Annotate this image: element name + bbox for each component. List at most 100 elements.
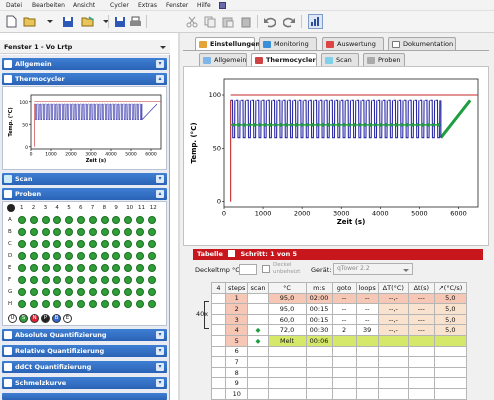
plate-well[interactable]: [53, 276, 62, 284]
table-cell[interactable]: [305, 356, 333, 368]
plate-well[interactable]: [100, 264, 109, 272]
plate-well[interactable]: [100, 216, 109, 224]
table-cell[interactable]: [211, 324, 226, 336]
plate-well[interactable]: [41, 252, 50, 260]
lid-unheated-checkbox[interactable]: [262, 265, 270, 273]
table-cell[interactable]: [211, 292, 226, 305]
table-cell[interactable]: [267, 356, 307, 368]
table-cell[interactable]: Melt: [267, 334, 307, 347]
redo-icon[interactable]: [282, 14, 297, 29]
plate-well[interactable]: [112, 264, 121, 272]
table-row[interactable]: 10: [211, 387, 467, 400]
table-cell[interactable]: [211, 377, 226, 389]
subtab-proben[interactable]: Proben: [363, 53, 405, 66]
table-cell[interactable]: [377, 334, 409, 347]
chevron-down-icon[interactable]: ▾: [156, 347, 164, 355]
plate-well[interactable]: [29, 264, 38, 272]
plate-well[interactable]: [100, 300, 109, 308]
table-cell[interactable]: [267, 345, 307, 358]
chevron-down-icon[interactable]: ▾: [156, 379, 164, 387]
table-cell[interactable]: 7: [224, 356, 249, 368]
pane-splitter[interactable]: [178, 33, 180, 400]
table-cell[interactable]: [305, 345, 333, 358]
plate-well[interactable]: [136, 228, 144, 236]
plate-well[interactable]: [18, 252, 26, 260]
table-row[interactable]: 6: [211, 345, 467, 358]
table-cell[interactable]: --: [355, 313, 379, 326]
table-row[interactable]: 5 ◆ Melt 00:06: [211, 334, 467, 347]
plate-well[interactable]: [112, 252, 121, 260]
plate-well[interactable]: [88, 288, 97, 296]
table-cell[interactable]: ◆: [247, 324, 269, 336]
table-cell[interactable]: --,-: [377, 303, 409, 315]
table-cell[interactable]: [377, 345, 409, 358]
chart-icon[interactable]: [308, 14, 323, 29]
plate-well[interactable]: [18, 240, 26, 248]
plate-well[interactable]: [147, 252, 156, 260]
plate-select-all-icon[interactable]: [7, 204, 15, 212]
plate-well[interactable]: [41, 216, 50, 224]
table-cell[interactable]: ◆: [247, 334, 269, 347]
table-cell[interactable]: [211, 313, 226, 326]
menu-fenster[interactable]: Fenster: [166, 2, 188, 9]
plate-well[interactable]: [136, 288, 144, 296]
table-cell[interactable]: [247, 366, 269, 379]
plate-well[interactable]: [65, 276, 74, 284]
table-cell[interactable]: [247, 345, 269, 358]
plate-well[interactable]: [18, 288, 26, 296]
cut-icon[interactable]: [184, 14, 199, 29]
table-row[interactable]: 9: [211, 377, 467, 389]
legend-chip[interactable]: N: [30, 314, 39, 323]
plate-well[interactable]: [88, 216, 97, 224]
plate-well[interactable]: [65, 228, 74, 236]
table-cell[interactable]: [377, 356, 409, 368]
chevron-up-icon[interactable]: ▴: [156, 75, 164, 83]
section-thermocycler[interactable]: Thermocycler ▴: [2, 73, 167, 85]
table-row[interactable]: 2 95,0 00:15 -- -- --,- --- 5,0: [211, 303, 467, 315]
paste-icon[interactable]: [220, 14, 235, 29]
plate-well[interactable]: [77, 252, 85, 260]
plate-well[interactable]: [147, 276, 156, 284]
plate-well[interactable]: [29, 276, 38, 284]
subtab-allgemein[interactable]: Allgemein: [199, 53, 247, 66]
table-cell[interactable]: ---: [407, 292, 435, 305]
plate-well[interactable]: [65, 288, 74, 296]
table-cell[interactable]: 00:30: [305, 324, 333, 336]
plate-well[interactable]: [41, 300, 50, 308]
chevron-down-icon[interactable]: ▾: [156, 363, 164, 371]
plate-well[interactable]: [136, 252, 144, 260]
menu-cycler[interactable]: Cycler: [110, 2, 129, 9]
legend-chip[interactable]: U: [8, 314, 17, 323]
table-cell[interactable]: [305, 366, 333, 379]
table-row[interactable]: 7: [211, 356, 467, 368]
table-cell[interactable]: [211, 366, 226, 379]
open-template-icon[interactable]: [80, 14, 95, 29]
table-cell[interactable]: 5,0: [433, 292, 467, 305]
table-cell[interactable]: [267, 387, 307, 400]
plate-well[interactable]: [147, 300, 156, 308]
table-cell[interactable]: [355, 377, 379, 389]
table-cell[interactable]: 4: [224, 324, 249, 336]
legend-chip[interactable]: S: [19, 314, 28, 323]
menu-ansicht[interactable]: Ansicht: [73, 2, 95, 9]
table-cell[interactable]: --: [331, 303, 357, 315]
table-cell[interactable]: [211, 334, 226, 347]
plate-well[interactable]: [41, 228, 50, 236]
plate-well[interactable]: [29, 252, 38, 260]
plate-well[interactable]: [18, 216, 26, 224]
device-select[interactable]: qTower 2.2: [333, 263, 413, 275]
table-cell[interactable]: 3: [224, 313, 249, 326]
table-cell[interactable]: [305, 377, 333, 389]
table-cell[interactable]: 2: [331, 324, 357, 336]
plate-well[interactable]: [77, 276, 85, 284]
table-cell[interactable]: [247, 377, 269, 389]
undo-icon[interactable]: [262, 14, 277, 29]
plate-well[interactable]: [100, 252, 109, 260]
dropdown-arrow-icon[interactable]: [98, 14, 113, 29]
table-cell[interactable]: [433, 356, 467, 368]
plate-well[interactable]: [124, 288, 133, 296]
print-icon[interactable]: [128, 14, 143, 29]
table-cell[interactable]: [331, 377, 357, 389]
plate-well[interactable]: [53, 264, 62, 272]
table-cell[interactable]: [331, 366, 357, 379]
